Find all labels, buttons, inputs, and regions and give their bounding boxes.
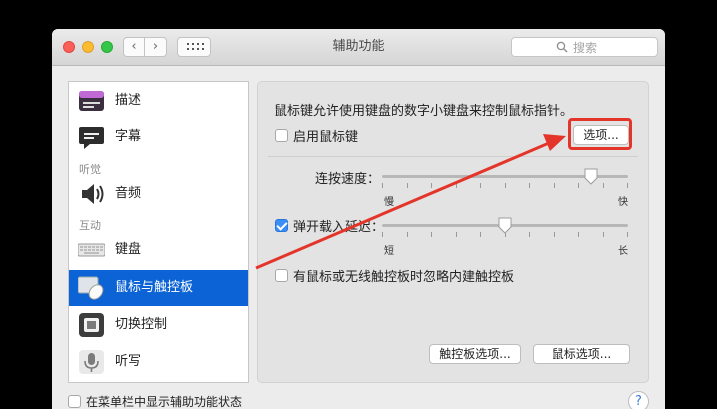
annotation-arrow: [255, 134, 566, 270]
